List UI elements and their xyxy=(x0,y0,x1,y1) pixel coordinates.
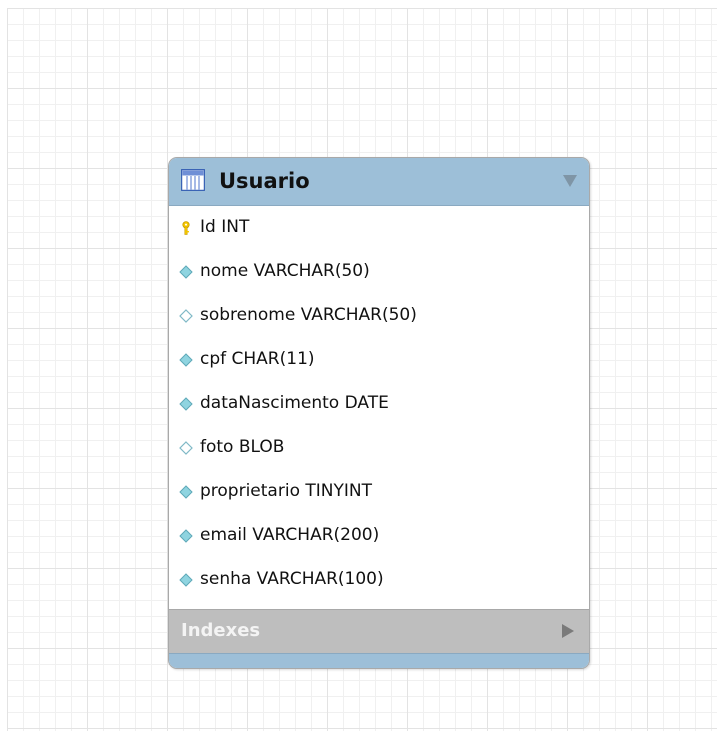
entity-header[interactable]: Usuario xyxy=(169,158,589,206)
column-name: sobrenome VARCHAR(50) xyxy=(200,305,417,325)
column-row-email[interactable]: email VARCHAR(200) xyxy=(169,514,589,558)
not-null-column-icon xyxy=(179,529,193,543)
column-name: foto BLOB xyxy=(200,437,285,457)
expand-triangle-icon[interactable] xyxy=(562,624,574,638)
not-null-column-icon xyxy=(179,265,193,279)
column-name: proprietario TINYINT xyxy=(200,481,372,501)
column-name: cpf CHAR(11) xyxy=(200,349,315,369)
diagram-canvas[interactable]: Usuario Id INT nome VARCHAR(50) sobrenom… xyxy=(7,8,717,731)
column-name: email VARCHAR(200) xyxy=(200,525,380,545)
entity-title: Usuario xyxy=(219,169,310,193)
column-row-cpf[interactable]: cpf CHAR(11) xyxy=(169,338,589,382)
indexes-label: Indexes xyxy=(181,620,261,641)
not-null-column-icon xyxy=(179,353,193,367)
not-null-column-icon xyxy=(179,397,193,411)
column-name: dataNascimento DATE xyxy=(200,393,389,413)
collapse-triangle-icon[interactable] xyxy=(563,175,577,187)
indexes-section[interactable]: Indexes xyxy=(169,609,589,653)
column-list: Id INT nome VARCHAR(50) sobrenome VARCHA… xyxy=(169,206,589,602)
not-null-column-icon xyxy=(179,573,193,587)
not-null-column-icon xyxy=(179,485,193,499)
column-row-foto[interactable]: foto BLOB xyxy=(169,426,589,470)
nullable-column-icon xyxy=(179,309,193,323)
entity-footer xyxy=(169,653,589,668)
column-row-senha[interactable]: senha VARCHAR(100) xyxy=(169,558,589,602)
table-entity-usuario[interactable]: Usuario Id INT nome VARCHAR(50) sobrenom… xyxy=(168,157,590,669)
nullable-column-icon xyxy=(179,441,193,455)
column-row-datanascimento[interactable]: dataNascimento DATE xyxy=(169,382,589,426)
column-row-id[interactable]: Id INT xyxy=(169,206,589,250)
column-row-sobrenome[interactable]: sobrenome VARCHAR(50) xyxy=(169,294,589,338)
primary-key-icon xyxy=(182,221,190,235)
column-name: Id INT xyxy=(200,217,250,237)
column-name: nome VARCHAR(50) xyxy=(200,261,370,281)
column-name: senha VARCHAR(100) xyxy=(200,569,384,589)
column-row-proprietario[interactable]: proprietario TINYINT xyxy=(169,470,589,514)
table-icon xyxy=(181,169,205,191)
column-row-nome[interactable]: nome VARCHAR(50) xyxy=(169,250,589,294)
